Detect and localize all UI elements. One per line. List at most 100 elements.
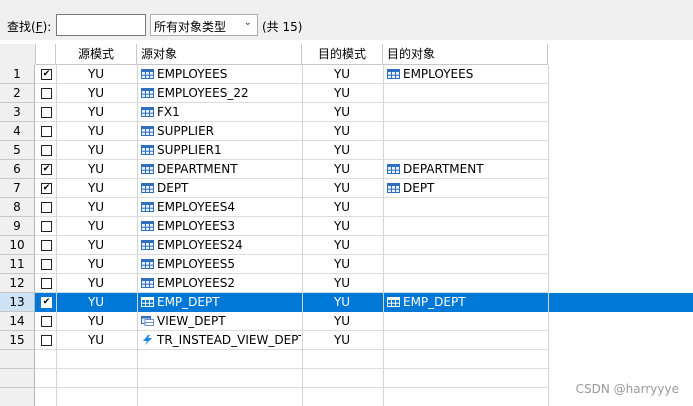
source-mode-cell[interactable]: YU [56,65,136,84]
target-mode-cell[interactable]: YU [302,141,382,160]
source-object-cell[interactable]: SUPPLIER [141,122,301,141]
find-input[interactable] [56,14,146,36]
row-checkbox[interactable] [41,335,52,346]
table-row[interactable]: 11 YU EMPLOYEES5 YU [0,255,693,274]
row-number[interactable]: 5 [0,141,35,160]
row-checkbox[interactable] [41,126,52,137]
source-mode-cell[interactable]: YU [56,331,136,350]
target-object-cell[interactable]: EMPLOYEES [387,65,547,84]
table-row[interactable]: 6 ✔ YU DEPARTMENT YU DEPARTMENT [0,160,693,179]
source-object-cell[interactable]: FX1 [141,103,301,122]
source-mode-cell[interactable]: YU [56,84,136,103]
table-row[interactable]: 7 ✔ YU DEPT YU DEPT [0,179,693,198]
source-mode-cell[interactable]: YU [56,179,136,198]
header-target-object[interactable]: 目的对象 [383,44,548,65]
source-object-cell[interactable]: DEPT [141,179,301,198]
target-mode-cell[interactable]: YU [302,65,382,84]
row-checkbox[interactable]: ✔ [41,69,52,80]
target-object-cell[interactable] [387,331,547,350]
target-object-cell[interactable] [387,141,547,160]
source-mode-cell[interactable]: YU [56,236,136,255]
target-mode-cell[interactable]: YU [302,217,382,236]
source-object-cell[interactable]: EMPLOYEES24 [141,236,301,255]
table-row[interactable]: 9 YU EMPLOYEES3 YU [0,217,693,236]
source-mode-cell[interactable]: YU [56,255,136,274]
table-row[interactable]: 5 YU SUPPLIER1 YU [0,141,693,160]
table-row[interactable]: 10 YU EMPLOYEES24 YU [0,236,693,255]
row-checkbox[interactable] [41,221,52,232]
target-mode-cell[interactable]: YU [302,255,382,274]
source-mode-cell[interactable]: YU [56,198,136,217]
source-object-cell[interactable]: VIEW_DEPT [141,312,301,331]
source-mode-cell[interactable]: YU [56,293,136,312]
source-object-cell[interactable]: TR_INSTEAD_VIEW_DEPT [141,331,301,350]
table-row[interactable]: 1 ✔ YU EMPLOYEES YU EMPLOYEES [0,65,693,84]
row-checkbox[interactable]: ✔ [41,297,52,308]
table-row[interactable]: 2 YU EMPLOYEES_22 YU [0,84,693,103]
target-mode-cell[interactable]: YU [302,293,382,312]
source-mode-cell[interactable]: YU [56,122,136,141]
target-object-cell[interactable] [387,103,547,122]
header-source-object[interactable]: 源对象 [137,44,302,65]
row-checkbox[interactable] [41,107,52,118]
source-object-cell[interactable]: SUPPLIER1 [141,141,301,160]
source-mode-cell[interactable]: YU [56,312,136,331]
target-object-cell[interactable]: EMP_DEPT [387,293,547,312]
source-object-cell[interactable]: EMPLOYEES5 [141,255,301,274]
target-mode-cell[interactable]: YU [302,312,382,331]
target-object-cell[interactable]: DEPT [387,179,547,198]
source-mode-cell[interactable]: YU [56,160,136,179]
source-object-cell[interactable]: DEPARTMENT [141,160,301,179]
object-type-select[interactable]: 所有对象类型 ⌄ [150,14,258,36]
row-number[interactable]: 12 [0,274,35,293]
target-mode-cell[interactable]: YU [302,122,382,141]
source-mode-cell[interactable]: YU [56,217,136,236]
row-number[interactable]: 6 [0,160,35,179]
source-object-cell[interactable]: EMPLOYEES3 [141,217,301,236]
target-mode-cell[interactable]: YU [302,84,382,103]
row-checkbox[interactable] [41,240,52,251]
source-mode-cell[interactable]: YU [56,141,136,160]
table-row[interactable]: 12 YU EMPLOYEES2 YU [0,274,693,293]
row-checkbox[interactable] [41,145,52,156]
table-row[interactable]: 4 YU SUPPLIER YU [0,122,693,141]
target-mode-cell[interactable]: YU [302,274,382,293]
row-number[interactable]: 15 [0,331,35,350]
table-row[interactable]: 8 YU EMPLOYEES4 YU [0,198,693,217]
target-object-cell[interactable] [387,236,547,255]
row-checkbox[interactable] [41,259,52,270]
table-row[interactable]: 14 YU VIEW_DEPT YU [0,312,693,331]
row-number[interactable]: 1 [0,65,35,84]
row-checkbox[interactable]: ✔ [41,164,52,175]
target-mode-cell[interactable]: YU [302,179,382,198]
row-number[interactable]: 11 [0,255,35,274]
row-number[interactable]: 13 [0,293,35,312]
source-object-cell[interactable]: EMPLOYEES4 [141,198,301,217]
source-mode-cell[interactable]: YU [56,274,136,293]
source-object-cell[interactable]: EMPLOYEES_22 [141,84,301,103]
source-object-cell[interactable]: EMPLOYEES2 [141,274,301,293]
source-object-cell[interactable]: EMPLOYEES [141,65,301,84]
target-mode-cell[interactable]: YU [302,236,382,255]
row-number[interactable]: 3 [0,103,35,122]
target-object-cell[interactable] [387,274,547,293]
target-object-cell[interactable] [387,122,547,141]
row-number[interactable]: 10 [0,236,35,255]
source-object-cell[interactable]: EMP_DEPT [141,293,301,312]
target-object-cell[interactable]: DEPARTMENT [387,160,547,179]
target-object-cell[interactable] [387,217,547,236]
header-target-mode[interactable]: 目的模式 [302,44,383,65]
target-object-cell[interactable] [387,312,547,331]
target-mode-cell[interactable]: YU [302,331,382,350]
row-checkbox[interactable] [41,88,52,99]
table-row[interactable]: 15 YU TR_INSTEAD_VIEW_DEPT YU [0,331,693,350]
row-checkbox[interactable] [41,316,52,327]
row-number[interactable]: 14 [0,312,35,331]
target-mode-cell[interactable]: YU [302,160,382,179]
table-row[interactable]: 3 YU FX1 YU [0,103,693,122]
row-number[interactable]: 2 [0,84,35,103]
row-number[interactable]: 4 [0,122,35,141]
row-number[interactable]: 8 [0,198,35,217]
target-object-cell[interactable] [387,255,547,274]
row-checkbox[interactable]: ✔ [41,183,52,194]
